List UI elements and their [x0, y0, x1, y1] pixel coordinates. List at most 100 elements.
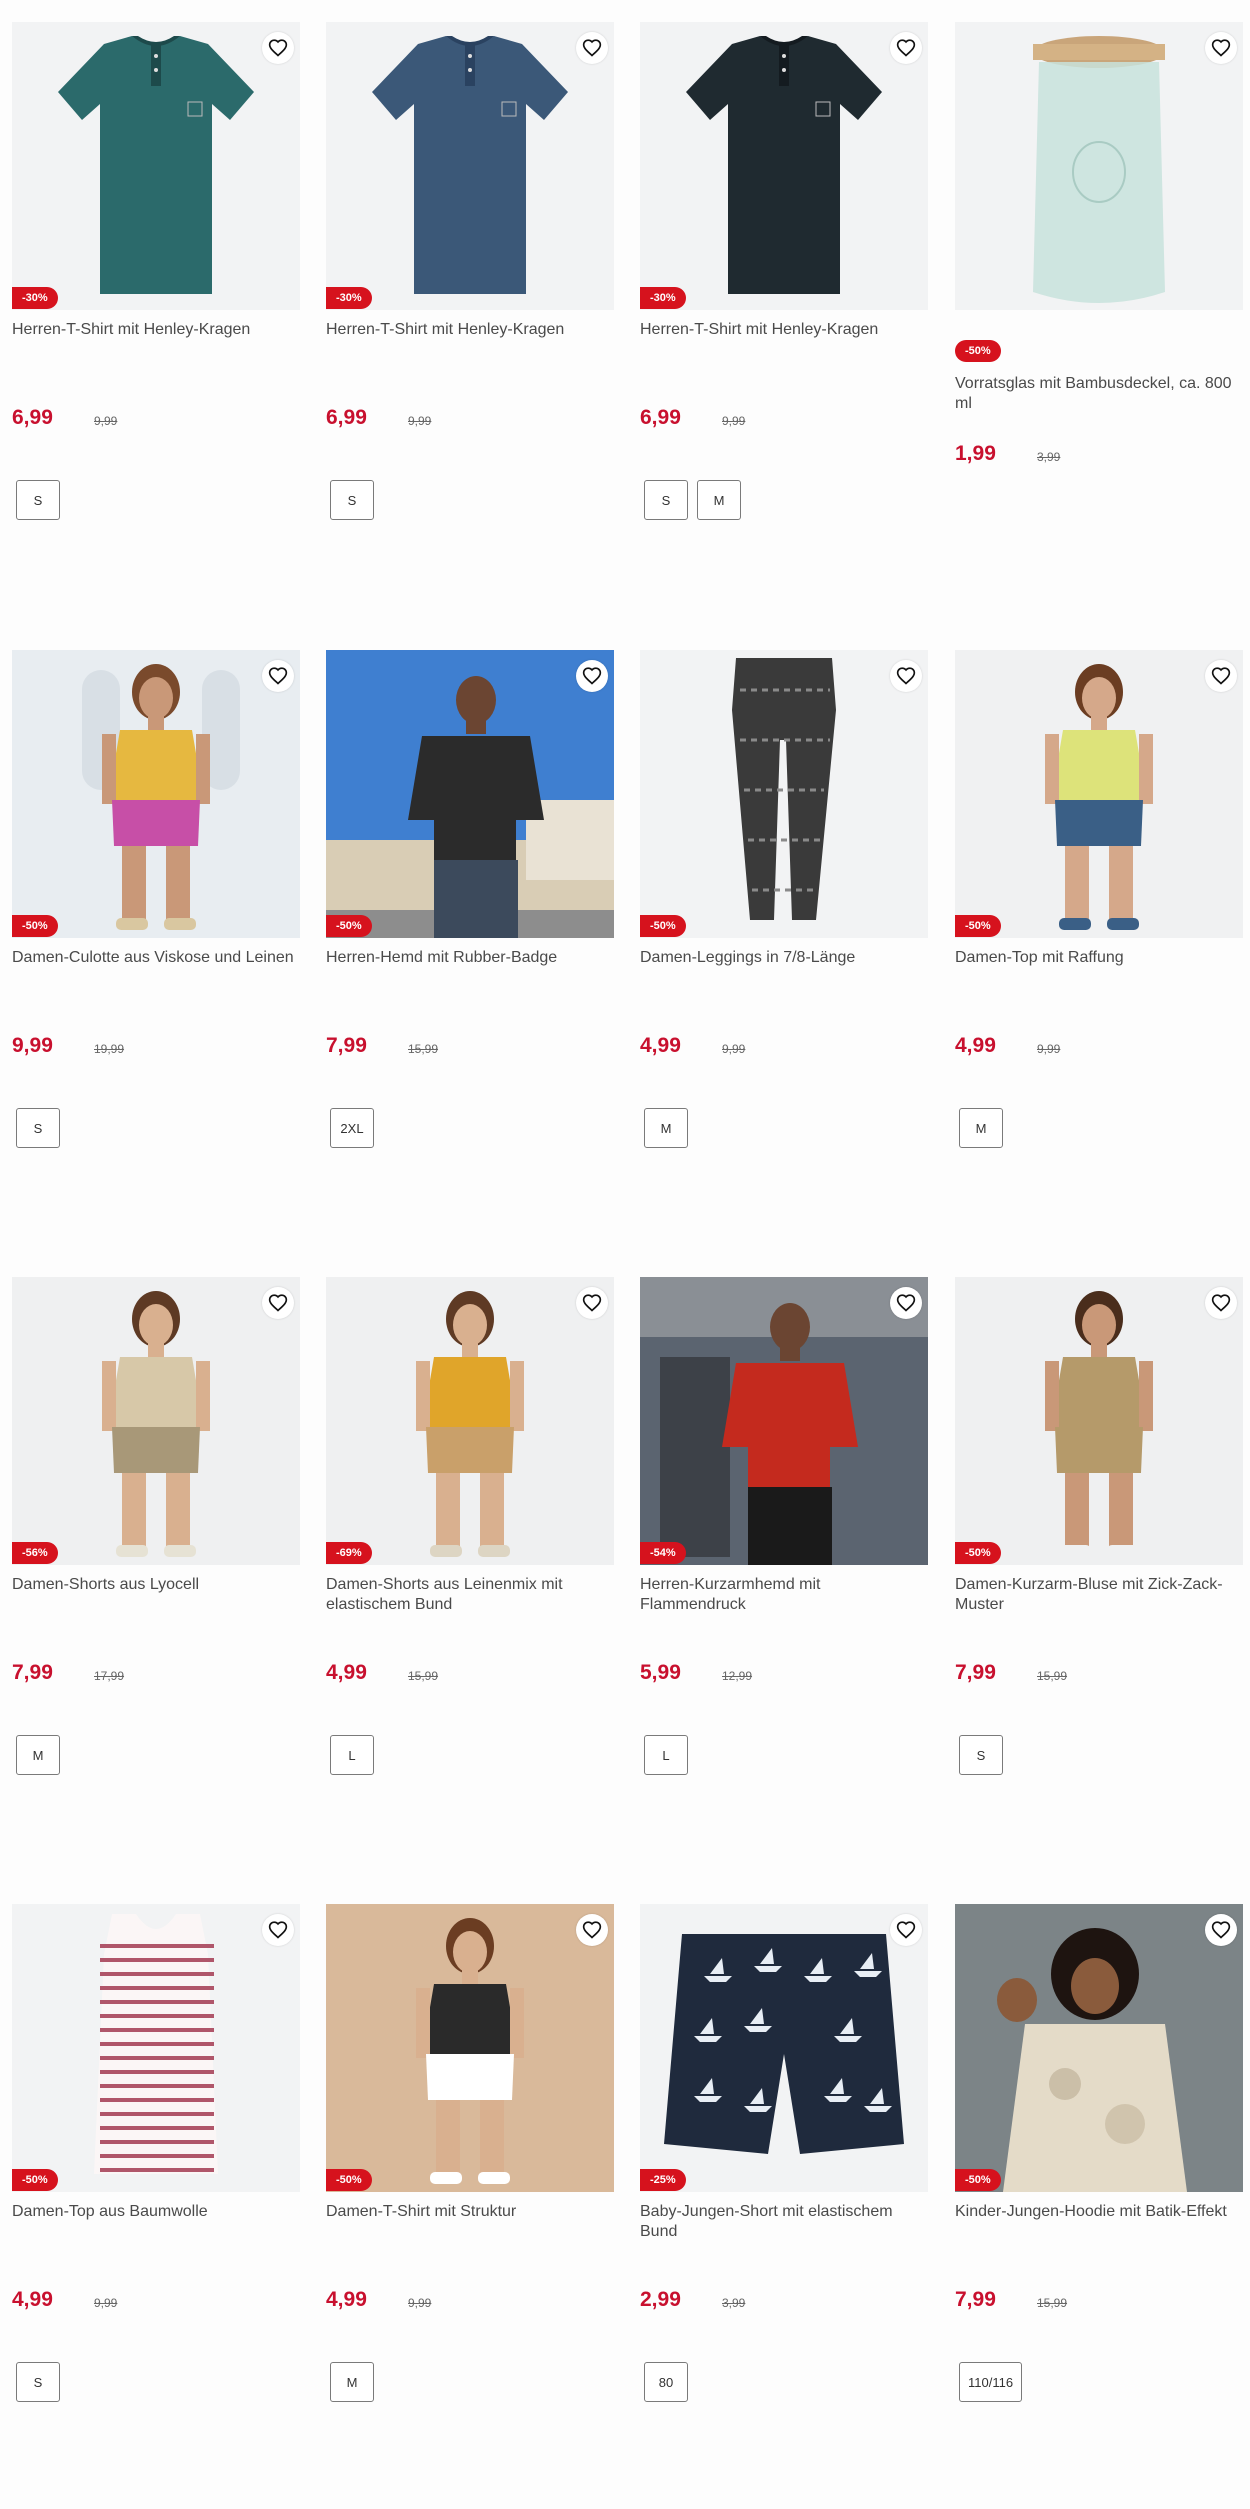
product-image[interactable]: -50%	[955, 1904, 1243, 2192]
product-image[interactable]: -50%	[12, 650, 300, 938]
product-title[interactable]: Herren-T-Shirt mit Henley-Kragen	[640, 320, 925, 340]
heart-outline-icon[interactable]	[890, 32, 922, 64]
size-option[interactable]: S	[16, 2362, 60, 2402]
product-price: 7,99	[12, 1661, 53, 1684]
size-option[interactable]: M	[959, 1108, 1003, 1148]
size-option[interactable]: S	[959, 1735, 1003, 1775]
product-card[interactable]: -56% Damen-Shorts aus Lyocell 7,99 17,99…	[12, 1277, 300, 1877]
heart-outline-icon[interactable]	[262, 1287, 294, 1319]
size-selector: SM	[644, 480, 741, 520]
size-selector: 110/116	[959, 2362, 1023, 2402]
product-title[interactable]: Damen-Top mit Raffung	[955, 948, 1240, 968]
size-option[interactable]: M	[697, 480, 741, 520]
product-title[interactable]: Herren-Hemd mit Rubber-Badge	[326, 948, 611, 968]
product-card[interactable]: -69% Damen-Shorts aus Leinenmix mit elas…	[326, 1277, 614, 1877]
original-price: 15,99	[1037, 2296, 1068, 2310]
heart-outline-icon[interactable]	[1205, 32, 1237, 64]
heart-outline-icon[interactable]	[890, 1914, 922, 1946]
size-option[interactable]: 110/116	[959, 2362, 1023, 2402]
discount-badge: -50%	[12, 915, 58, 937]
product-title[interactable]: Baby-Jungen-Short mit elastischem Bund	[640, 2202, 925, 2242]
heart-outline-icon[interactable]	[1205, 660, 1237, 692]
product-price: 4,99	[955, 1034, 996, 1057]
product-card[interactable]: -50% Damen-Kurzarm-Bluse mit Zick-Zack-M…	[955, 1277, 1243, 1877]
product-image[interactable]: -50%	[326, 650, 614, 938]
product-card[interactable]: -54% Herren-Kurzarmhemd mit Flammendruck…	[640, 1277, 928, 1877]
heart-outline-icon[interactable]	[576, 1287, 608, 1319]
product-card[interactable]: -30% Herren-T-Shirt mit Henley-Kragen 6,…	[12, 22, 300, 622]
heart-outline-icon[interactable]	[576, 32, 608, 64]
product-image[interactable]: -25%	[640, 1904, 928, 2192]
discount-badge: -56%	[12, 1542, 58, 1564]
heart-outline-icon[interactable]	[262, 32, 294, 64]
product-title[interactable]: Damen-Shorts aus Lyocell	[12, 1575, 297, 1595]
size-selector: S	[330, 480, 374, 520]
heart-outline-icon[interactable]	[576, 660, 608, 692]
size-option[interactable]: 80	[644, 2362, 688, 2402]
size-option[interactable]: S	[330, 480, 374, 520]
product-card[interactable]: -50% Damen-Leggings in 7/8-Länge 4,99 9,…	[640, 650, 928, 1250]
product-title[interactable]: Damen-Top aus Baumwolle	[12, 2202, 297, 2222]
heart-outline-icon[interactable]	[1205, 1914, 1237, 1946]
heart-outline-icon[interactable]	[576, 1914, 608, 1946]
size-option[interactable]: M	[644, 1108, 688, 1148]
product-card[interactable]: -50% Damen-Culotte aus Viskose und Leine…	[12, 650, 300, 1250]
size-option[interactable]: M	[16, 1735, 60, 1775]
size-selector: M	[959, 1108, 1003, 1148]
product-image[interactable]: -50%	[326, 1904, 614, 2192]
heart-outline-icon[interactable]	[262, 1914, 294, 1946]
size-option[interactable]: M	[330, 2362, 374, 2402]
product-card[interactable]: -50% Damen-T-Shirt mit Struktur 4,99 9,9…	[326, 1904, 614, 2504]
original-price: 15,99	[1037, 1669, 1068, 1683]
product-title[interactable]: Kinder-Jungen-Hoodie mit Batik-Effekt	[955, 2202, 1240, 2222]
product-image[interactable]: -30%	[640, 22, 928, 310]
size-selector: L	[644, 1735, 688, 1775]
product-title[interactable]: Damen-Leggings in 7/8-Länge	[640, 948, 925, 968]
original-price: 9,99	[408, 414, 432, 428]
product-image[interactable]: -50%	[955, 650, 1243, 938]
heart-outline-icon[interactable]	[890, 660, 922, 692]
heart-outline-icon[interactable]	[1205, 1287, 1237, 1319]
product-card[interactable]: -50% Damen-Top aus Baumwolle 4,99 9,99 S	[12, 1904, 300, 2504]
product-image[interactable]: -54%	[640, 1277, 928, 1565]
product-title[interactable]: Damen-Kurzarm-Bluse mit Zick-Zack-Muster	[955, 1575, 1240, 1615]
size-option[interactable]: 2XL	[330, 1108, 374, 1148]
product-title[interactable]: Herren-T-Shirt mit Henley-Kragen	[12, 320, 297, 340]
size-selector: M	[16, 1735, 60, 1775]
product-image[interactable]: -30%	[12, 22, 300, 310]
size-option[interactable]: S	[644, 480, 688, 520]
product-image[interactable]: -56%	[12, 1277, 300, 1565]
product-title[interactable]: Damen-T-Shirt mit Struktur	[326, 2202, 611, 2222]
product-card[interactable]: -50% Vorratsglas mit Bambusdeckel, ca. 8…	[955, 22, 1243, 622]
original-price: 12,99	[722, 1669, 753, 1683]
product-image[interactable]: -69%	[326, 1277, 614, 1565]
product-title[interactable]: Vorratsglas mit Bambusdeckel, ca. 800 ml	[955, 374, 1240, 414]
product-image[interactable]: -50%	[955, 1277, 1243, 1565]
size-selector: S	[16, 480, 60, 520]
product-card[interactable]: -50% Kinder-Jungen-Hoodie mit Batik-Effe…	[955, 1904, 1243, 2504]
product-price: 4,99	[326, 1661, 367, 1684]
heart-outline-icon[interactable]	[262, 660, 294, 692]
product-card[interactable]: -30% Herren-T-Shirt mit Henley-Kragen 6,…	[326, 22, 614, 622]
product-title[interactable]: Herren-Kurzarmhemd mit Flammendruck	[640, 1575, 925, 1615]
product-title[interactable]: Herren-T-Shirt mit Henley-Kragen	[326, 320, 611, 340]
original-price: 9,99	[1037, 1042, 1061, 1056]
product-card[interactable]: -30% Herren-T-Shirt mit Henley-Kragen 6,…	[640, 22, 928, 622]
size-option[interactable]: L	[644, 1735, 688, 1775]
product-card[interactable]: -25% Baby-Jungen-Short mit elastischem B…	[640, 1904, 928, 2504]
product-image[interactable]: -30%	[326, 22, 614, 310]
product-image[interactable]	[955, 22, 1243, 310]
product-card[interactable]: -50% Damen-Top mit Raffung 4,99 9,99 M	[955, 650, 1243, 1250]
size-option[interactable]: S	[16, 1108, 60, 1148]
discount-badge: -50%	[955, 1542, 1001, 1564]
heart-outline-icon[interactable]	[890, 1287, 922, 1319]
product-card[interactable]: -50% Herren-Hemd mit Rubber-Badge 7,99 1…	[326, 650, 614, 1250]
size-option[interactable]: L	[330, 1735, 374, 1775]
product-title[interactable]: Damen-Shorts aus Leinenmix mit elastisch…	[326, 1575, 611, 1615]
product-image[interactable]: -50%	[12, 1904, 300, 2192]
discount-badge: -30%	[12, 287, 58, 309]
product-title[interactable]: Damen-Culotte aus Viskose und Leinen	[12, 948, 297, 968]
product-image[interactable]: -50%	[640, 650, 928, 938]
size-selector: M	[330, 2362, 374, 2402]
size-option[interactable]: S	[16, 480, 60, 520]
